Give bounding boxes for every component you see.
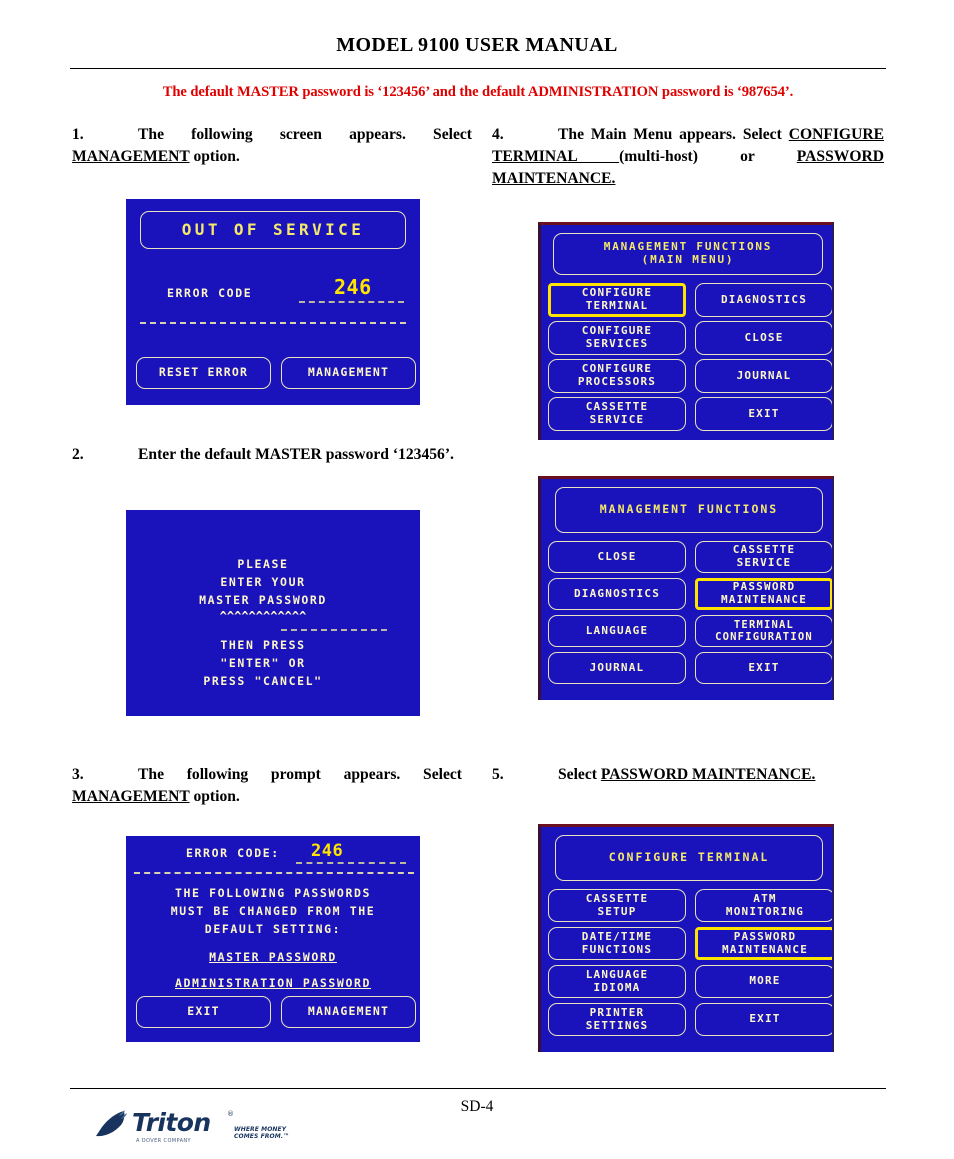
page-title: MODEL 9100 USER MANUAL bbox=[0, 34, 954, 57]
error-code-label: ERROR CODE bbox=[167, 286, 253, 300]
triton-subtext: A DOVER COMPANY bbox=[136, 1138, 192, 1144]
error-prompt-underline bbox=[296, 862, 406, 864]
error-prompt-body-2: MUST BE CHANGED FROM THE bbox=[170, 904, 376, 918]
error-prompt-label: ERROR CODE: bbox=[186, 846, 280, 860]
mf-button-cassette-service[interactable]: CASSETTE SERVICE bbox=[695, 541, 832, 573]
step-3-underline: MANAGEMENT bbox=[72, 788, 190, 805]
error-detail-line bbox=[140, 322, 406, 324]
step-1-underline: MANAGEMENT bbox=[72, 148, 190, 165]
exit-button[interactable]: EXIT bbox=[136, 996, 271, 1028]
menu-button-configure-processors[interactable]: CONFIGURE PROCESSORS bbox=[548, 359, 686, 393]
mf-button-exit[interactable]: EXIT bbox=[695, 652, 832, 684]
error-code-value: 246 bbox=[334, 275, 372, 299]
mf-button-journal[interactable]: JOURNAL bbox=[548, 652, 686, 684]
ct-button-password-maintenance[interactable]: PASSWORD MAINTENANCE bbox=[695, 927, 832, 960]
password-line-5: "ENTER" OR bbox=[220, 656, 306, 670]
error-prompt-value: 246 bbox=[311, 841, 344, 861]
menu-button-journal[interactable]: JOURNAL bbox=[695, 359, 832, 393]
ct-button-atm-monitoring[interactable]: ATM MONITORING bbox=[695, 889, 832, 922]
menu-button-exit[interactable]: EXIT bbox=[695, 397, 832, 431]
step-5: 5. Select PASSWORD MAINTENANCE. bbox=[492, 764, 882, 786]
password-entry-underline bbox=[281, 629, 387, 631]
ct-button-printer-settings[interactable]: PRINTER SETTINGS bbox=[548, 1003, 686, 1036]
menu-button-configure-services[interactable]: CONFIGURE SERVICES bbox=[548, 321, 686, 355]
screen-management-functions[interactable]: MANAGEMENT FUNCTIONS CLOSE DIAGNOSTICS L… bbox=[538, 476, 834, 700]
page-title-text: MODEL 9100 USER MANUAL bbox=[336, 34, 618, 56]
ct-button-exit[interactable]: EXIT bbox=[695, 1003, 832, 1036]
management-button[interactable]: MANAGEMENT bbox=[281, 357, 416, 389]
password-line-4: THEN PRESS bbox=[220, 638, 306, 652]
configure-terminal-header: CONFIGURE TERMINAL bbox=[555, 835, 823, 881]
mf-button-close[interactable]: CLOSE bbox=[548, 541, 686, 573]
error-prompt-body-3: DEFAULT SETTING: bbox=[204, 922, 342, 936]
header-divider bbox=[70, 68, 886, 69]
password-line-2: ENTER YOUR bbox=[220, 575, 306, 589]
ct-button-language-idioma[interactable]: LANGUAGE IDIOMA bbox=[548, 965, 686, 998]
menu-button-configure-terminal[interactable]: CONFIGURE TERMINAL bbox=[548, 283, 686, 317]
step-1-text-b: option. bbox=[189, 148, 240, 165]
screen-configure-terminal[interactable]: CONFIGURE TERMINAL CASSETTE SETUP DATE/T… bbox=[538, 824, 834, 1052]
step-3: 3. The following prompt appears. Select M… bbox=[72, 764, 462, 808]
error-code-underline bbox=[299, 301, 404, 303]
menu-button-diagnostics[interactable]: DIAGNOSTICS bbox=[695, 283, 832, 317]
mf-button-language[interactable]: LANGUAGE bbox=[548, 615, 686, 647]
error-prompt-admin-password: ADMINISTRATION PASSWORD bbox=[174, 976, 372, 990]
triton-tagline: WHERE MONEY COMES FROM.™ bbox=[234, 1126, 290, 1140]
triton-wordmark: Triton bbox=[132, 1108, 211, 1137]
management-button-2[interactable]: MANAGEMENT bbox=[281, 996, 416, 1028]
footer-divider bbox=[70, 1088, 886, 1089]
step-3-text-b: option. bbox=[189, 788, 240, 805]
right-column: 4. The Main Menu appears. Select CONFIGUR… bbox=[492, 124, 884, 1052]
triton-swoosh-icon bbox=[94, 1109, 130, 1144]
menu-button-close[interactable]: CLOSE bbox=[695, 321, 832, 355]
step-2: 2. Enter the default MASTER password ‘123… bbox=[72, 444, 462, 466]
password-entry-squiggle: ^^^^^^^^^^^^ bbox=[219, 609, 307, 623]
step-4-text-b: (multi-host) or bbox=[619, 148, 797, 165]
step-4: 4. The Main Menu appears. Select CONFIGUR… bbox=[492, 124, 884, 190]
error-prompt-master-password: MASTER PASSWORD bbox=[209, 950, 337, 964]
triton-logo: Triton ® WHERE MONEY COMES FROM.™ A DOVE… bbox=[92, 1106, 292, 1146]
step-4-number: 4. bbox=[492, 126, 504, 143]
step-4-text-a: The Main Menu appears. Select bbox=[558, 126, 789, 143]
screen-management-main-menu[interactable]: MANAGEMENT FUNCTIONS (MAIN MENU) CONFIGU… bbox=[538, 222, 834, 440]
screen-enter-password[interactable]: PLEASE ENTER YOUR MASTER PASSWORD ^^^^^^… bbox=[126, 510, 420, 716]
reset-error-button[interactable]: RESET ERROR bbox=[136, 357, 271, 389]
page-header: MODEL 9100 USER MANUAL bbox=[0, 34, 954, 57]
step-3-text-a: The following prompt appears. Select bbox=[138, 766, 462, 783]
password-line-1: PLEASE bbox=[237, 557, 289, 571]
step-3-number: 3. bbox=[72, 766, 84, 783]
step-1: 1. The following screen appears. Select M… bbox=[72, 124, 472, 168]
step-1-text-a: The following screen appears. Select bbox=[138, 126, 472, 143]
step-2-text: Enter the default MASTER password ‘12345… bbox=[138, 446, 454, 463]
step-5-underline: PASSWORD MAINTENANCE. bbox=[600, 766, 816, 783]
step-5-number: 5. bbox=[492, 766, 504, 783]
password-line-3: MASTER PASSWORD bbox=[199, 593, 327, 607]
password-line-6: PRESS "CANCEL" bbox=[203, 674, 323, 688]
mf-button-terminal-configuration[interactable]: TERMINAL CONFIGURATION bbox=[695, 615, 832, 647]
step-2-number: 2. bbox=[72, 446, 84, 463]
ct-button-cassette-setup[interactable]: CASSETTE SETUP bbox=[548, 889, 686, 922]
management-main-header: MANAGEMENT FUNCTIONS (MAIN MENU) bbox=[553, 233, 823, 275]
mf-button-password-maintenance[interactable]: PASSWORD MAINTENANCE bbox=[695, 578, 832, 610]
mf-button-diagnostics[interactable]: DIAGNOSTICS bbox=[548, 578, 686, 610]
management-functions-header: MANAGEMENT FUNCTIONS bbox=[555, 487, 823, 533]
out-of-service-title: OUT OF SERVICE bbox=[140, 211, 406, 249]
step-1-number: 1. bbox=[72, 126, 84, 143]
screen-out-of-service[interactable]: OUT OF SERVICE ERROR CODE 246 RESET ERRO… bbox=[126, 199, 420, 405]
step-5-text-a: Select bbox=[558, 766, 601, 783]
ct-button-more[interactable]: MORE bbox=[695, 965, 832, 998]
screen-error-prompt[interactable]: ERROR CODE: 246 THE FOLLOWING PASSWORDS … bbox=[126, 836, 420, 1042]
menu-button-cassette-service[interactable]: CASSETTE SERVICE bbox=[548, 397, 686, 431]
triton-registered-icon: ® bbox=[227, 1110, 234, 1118]
error-prompt-body-1: THE FOLLOWING PASSWORDS bbox=[174, 886, 372, 900]
left-column: 1. The following screen appears. Select M… bbox=[72, 124, 472, 1042]
error-prompt-divider bbox=[134, 872, 414, 874]
default-password-warning: The default MASTER password is ‘123456’ … bbox=[162, 84, 794, 100]
ct-button-date-time-functions[interactable]: DATE/TIME FUNCTIONS bbox=[548, 927, 686, 960]
